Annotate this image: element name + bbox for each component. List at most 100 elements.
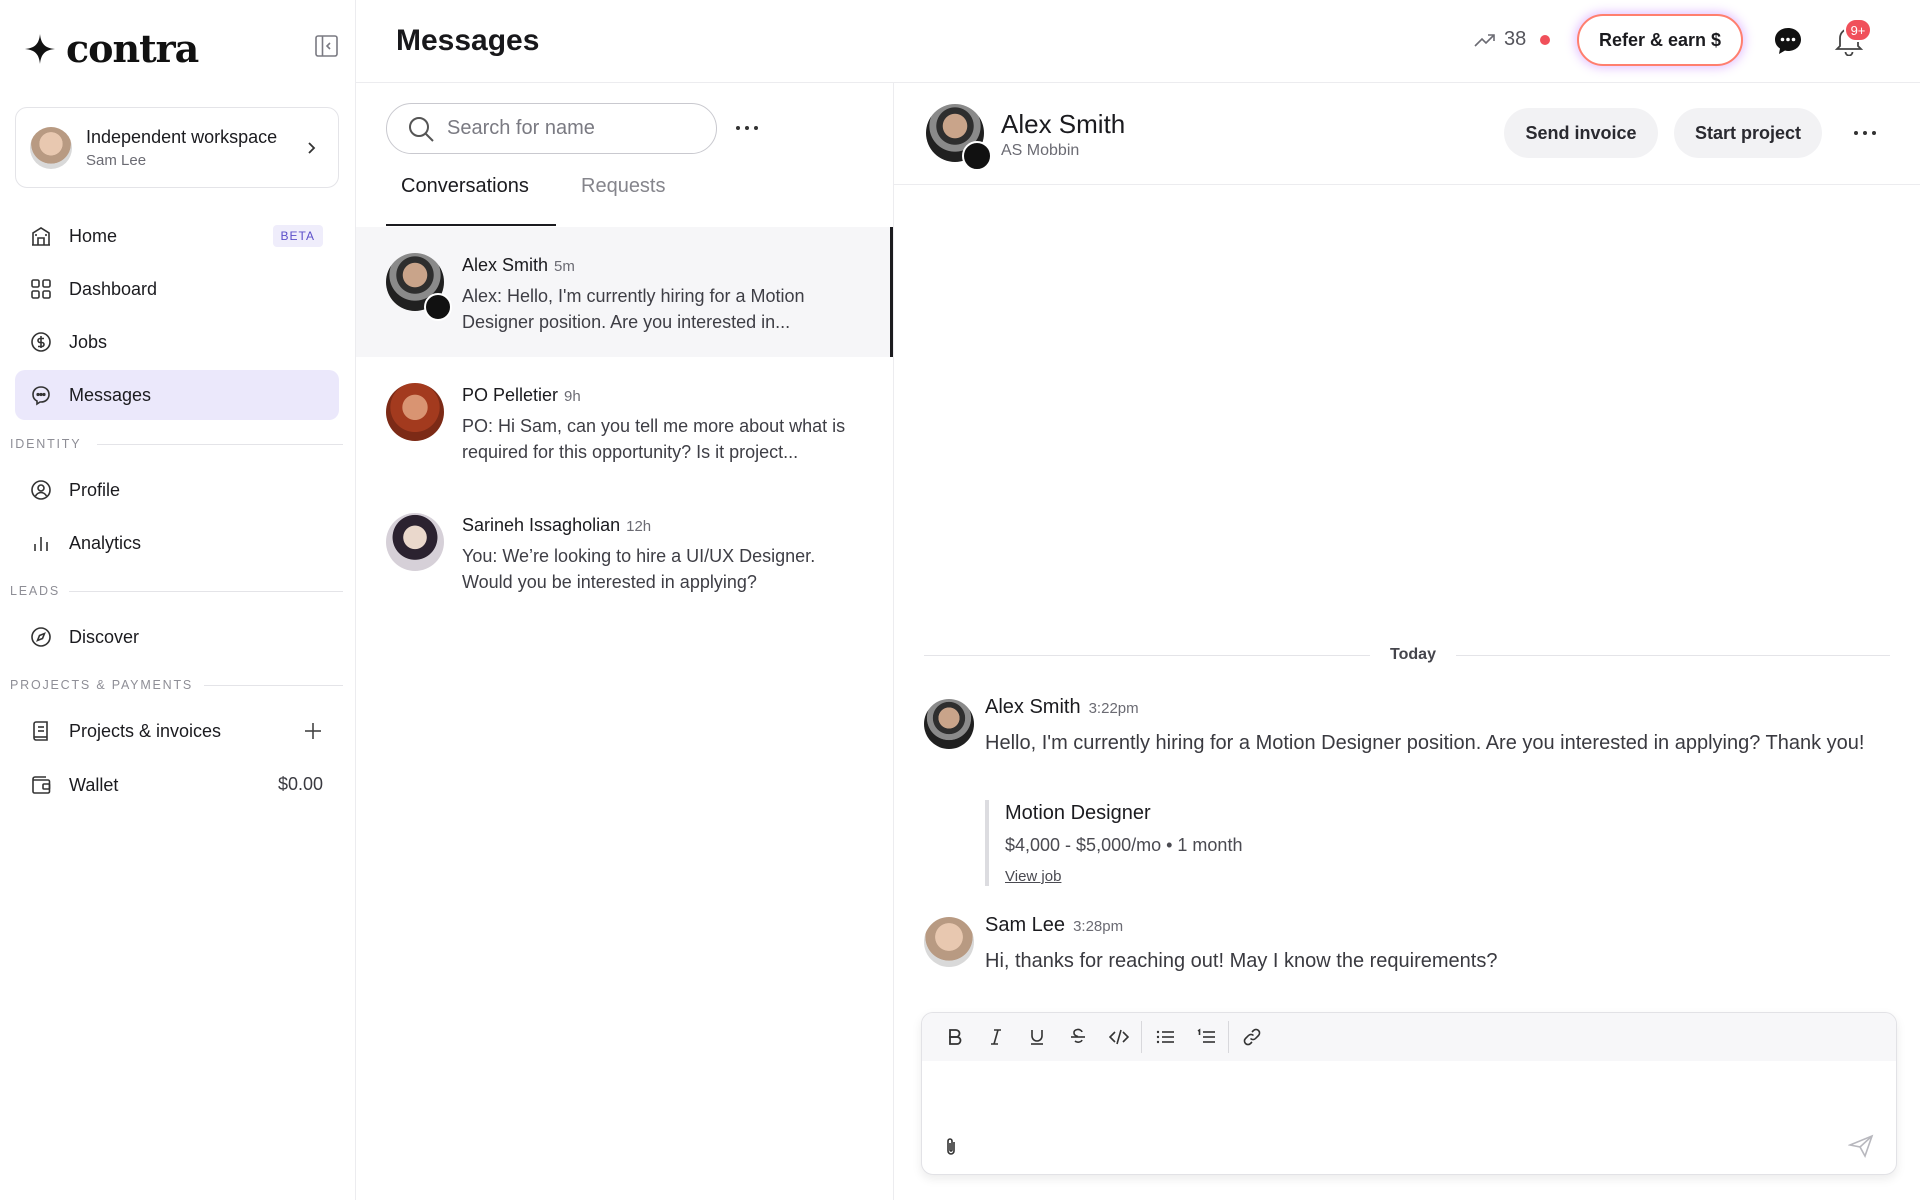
compass-icon [29,625,53,649]
conversation-time: 12h [626,518,652,535]
section-identity: IDENTITY [10,437,82,451]
send-icon[interactable] [1848,1134,1874,1158]
sidebar-item-label: Analytics [69,532,142,553]
sidebar-item-label: Messages [69,384,152,405]
numbered-list-button[interactable] [1185,1019,1226,1055]
sidebar-item-projects-invoices[interactable]: Projects & invoices [15,706,339,756]
tab-conversations[interactable]: Conversations [401,175,529,217]
section-leads: LEADS [10,584,60,598]
formatting-toolbar [922,1013,1896,1061]
sidebar-item-analytics[interactable]: Analytics [15,518,339,568]
conversation-item[interactable]: Alex Smith 5m Alex: Hello, I'm currently … [356,227,893,357]
italic-button[interactable] [975,1019,1016,1055]
active-tab-indicator [386,224,556,226]
contra-logo[interactable]: contra [24,26,199,71]
section-projects-payments: PROJECTS & PAYMENTS [10,678,194,692]
strikethrough-icon [1070,1028,1085,1043]
conversation-preview: You: We’re looking to hire a UI/UX Desig… [462,546,816,592]
home-icon [29,224,53,248]
dollar-circle-icon [29,330,53,354]
notification-badge: 9+ [1844,18,1872,42]
sidebar-collapse-icon [315,35,338,57]
avatar [386,383,444,441]
tab-requests[interactable]: Requests [581,175,666,217]
wallet-icon [29,773,53,797]
sidebar-item-label: Dashboard [69,278,158,299]
collapse-sidebar-button[interactable] [314,33,340,59]
conversation-name: PO Pelletier [462,385,559,405]
streak-count: 38 [1504,28,1527,50]
workspace-user: Sam Lee [86,151,147,169]
message-header: Alex Smith 3:22pm [985,696,1139,719]
streak-counter[interactable]: 38 [1474,28,1551,51]
chevron-right-icon [308,142,316,154]
divider [204,685,343,686]
sparkle-logo-icon [25,33,55,64]
conversation-header: Alex Smith 5m [462,255,575,276]
chat-contact-name[interactable]: Alex Smith [1001,109,1125,140]
message-time: 3:22pm [1088,700,1139,717]
sidebar-item-home[interactable]: Home BETA [15,211,339,261]
search-box[interactable] [386,103,717,154]
bullet-list-button[interactable] [1144,1019,1185,1055]
toolbar-divider [1228,1021,1229,1053]
code-button[interactable] [1098,1019,1139,1055]
conversation-name: Alex Smith [462,255,549,275]
grid-icon [29,277,53,301]
conversation-list-panel: Conversations Requests Alex Smith 5m Alex… [356,83,894,1200]
conversation-item[interactable]: Sarineh Issagholian 12h You: We’re lookin… [356,487,893,617]
sidebar-item-label: Profile [69,479,121,500]
sidebar-item-label: Discover [69,626,140,647]
sidebar: contra Independent workspace Sam Lee Hom… [0,0,356,1200]
chat-panel: Alex Smith AS Mobbin Send invoice Start … [894,83,1920,1200]
more-options-icon[interactable] [734,113,760,143]
message-body: Hi, thanks for reaching out! May I know … [985,950,1498,972]
conversation-preview: Alex: Hello, I'm currently hiring for a … [462,286,805,332]
send-invoice-button[interactable]: Send invoice [1504,108,1658,158]
conversation-item[interactable]: PO Pelletier 9h PO: Hi Sam, can you tell … [356,357,893,487]
conversation-header: Sarineh Issagholian 12h [462,515,651,536]
sidebar-item-discover[interactable]: Discover [15,612,339,662]
conversation-name: Sarineh Issagholian [462,515,621,535]
job-title: Motion Designer [1005,802,1151,824]
bold-button[interactable] [934,1019,975,1055]
sidebar-item-profile[interactable]: Profile [15,465,339,515]
sidebar-item-dashboard[interactable]: Dashboard [15,264,339,314]
wallet-balance: $0.00 [277,774,323,794]
link-button[interactable] [1231,1019,1272,1055]
search-input[interactable] [447,117,697,140]
chat-contact-company: AS Mobbin [1001,142,1080,159]
strikethrough-button[interactable] [1057,1019,1098,1055]
start-project-button[interactable]: Start project [1674,108,1822,158]
chat-header: Alex Smith AS Mobbin Send invoice Start … [894,83,1920,185]
sidebar-item-label: Wallet [69,774,119,795]
avatar[interactable] [924,699,974,749]
refer-earn-button[interactable]: Refer & earn $ [1577,14,1743,66]
divider [69,591,343,592]
sidebar-item-messages[interactable]: Messages [15,370,339,420]
workspace-switcher[interactable]: Independent workspace Sam Lee [15,107,339,188]
sidebar-item-label: Projects & invoices [69,720,222,741]
plus-icon[interactable] [303,721,323,741]
message-header: Sam Lee 3:28pm [985,914,1123,937]
trending-up-icon [1474,33,1495,47]
page-title: Messages [396,24,540,57]
sidebar-item-jobs[interactable]: Jobs [15,317,339,367]
chat-bubble-icon[interactable] [1773,26,1803,56]
link-icon [1243,1028,1260,1046]
code-icon [1108,1029,1129,1045]
underline-button[interactable] [1016,1019,1057,1055]
view-job-link[interactable]: View job [1005,868,1061,885]
message-time: 3:28pm [1073,918,1124,935]
avatar [30,126,72,169]
message-sender: Alex Smith [985,696,1081,718]
more-options-icon[interactable] [1852,123,1878,143]
message-input[interactable] [942,1073,1872,1117]
attach-icon[interactable] [942,1136,960,1158]
document-icon [29,719,53,743]
beta-badge: BETA [272,225,323,247]
day-separator: Today [924,646,1890,666]
sidebar-item-wallet[interactable]: Wallet $0.00 [15,760,339,810]
avatar[interactable] [924,917,974,967]
conversation-time: 5m [554,258,575,275]
